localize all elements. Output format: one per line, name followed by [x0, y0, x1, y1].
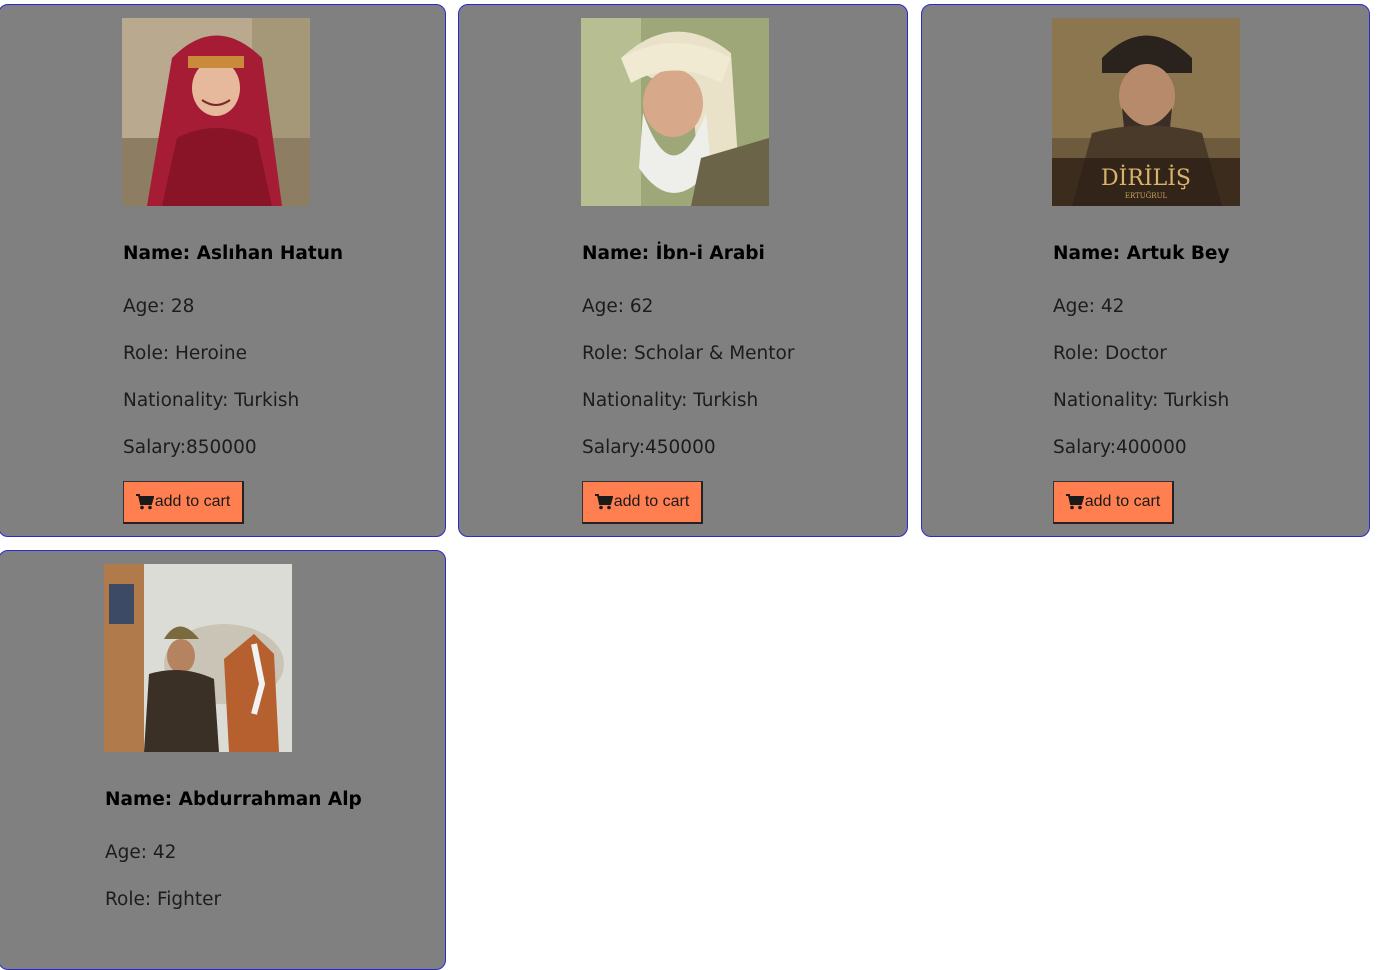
- character-nationality: Nationality: Turkish: [582, 390, 759, 411]
- character-photo: [122, 18, 310, 206]
- add-to-cart-label: add to cart: [1084, 493, 1161, 510]
- character-photo: [581, 18, 769, 206]
- photo-subcaption: ERTUĞRUL: [1125, 191, 1168, 200]
- add-to-cart-label: add to cart: [154, 493, 231, 510]
- add-to-cart-button[interactable]: add to cart: [123, 481, 244, 524]
- character-salary: Salary:450000: [582, 437, 716, 458]
- photo-abdurrahman-image: [104, 564, 292, 752]
- add-to-cart-label: add to cart: [613, 493, 690, 510]
- photo-artuk-bey-image: DİRİLİŞ ERTUĞRUL: [1052, 18, 1240, 206]
- character-salary: Salary:400000: [1053, 437, 1187, 458]
- character-name: Name: Aslıhan Hatun: [123, 243, 344, 264]
- character-age: Age: 42: [1053, 296, 1125, 317]
- photo-ibn-arabi-image: [581, 18, 769, 206]
- character-role: Role: Fighter: [105, 889, 222, 910]
- character-photo: [104, 564, 292, 752]
- character-age: Age: 28: [123, 296, 195, 317]
- character-card-abdurrahman-alp: Name: Abdurrahman Alp Age: 42 Role: Figh…: [0, 550, 446, 970]
- character-name: Name: İbn-i Arabi: [582, 243, 765, 264]
- character-card-artuk-bey: DİRİLİŞ ERTUĞRUL Name: Artuk Bey Age: 42…: [921, 4, 1370, 537]
- character-nationality: Nationality: Turkish: [123, 390, 300, 411]
- character-salary: Salary:850000: [123, 437, 257, 458]
- add-to-cart-button[interactable]: add to cart: [582, 481, 703, 524]
- character-name: Name: Artuk Bey: [1053, 243, 1230, 264]
- character-nationality: Nationality: Turkish: [1053, 390, 1230, 411]
- character-name: Name: Abdurrahman Alp: [105, 789, 362, 810]
- add-to-cart-button[interactable]: add to cart: [1053, 481, 1174, 524]
- character-photo: DİRİLİŞ ERTUĞRUL: [1052, 18, 1240, 206]
- shopping-cart-icon: [594, 494, 614, 510]
- character-role: Role: Doctor: [1053, 343, 1167, 364]
- shopping-cart-icon: [1065, 494, 1085, 510]
- character-role: Role: Scholar & Mentor: [582, 343, 795, 364]
- character-card-ibn-arabi: Name: İbn-i Arabi Age: 62 Role: Scholar …: [458, 4, 908, 537]
- shopping-cart-icon: [135, 494, 155, 510]
- character-card-aslihan: Name: Aslıhan Hatun Age: 28 Role: Heroin…: [0, 4, 446, 537]
- photo-aslihan-image: [122, 18, 310, 206]
- character-age: Age: 42: [105, 842, 177, 863]
- character-role: Role: Heroine: [123, 343, 248, 364]
- photo-caption: DİRİLİŞ: [1101, 164, 1191, 191]
- character-age: Age: 62: [582, 296, 654, 317]
